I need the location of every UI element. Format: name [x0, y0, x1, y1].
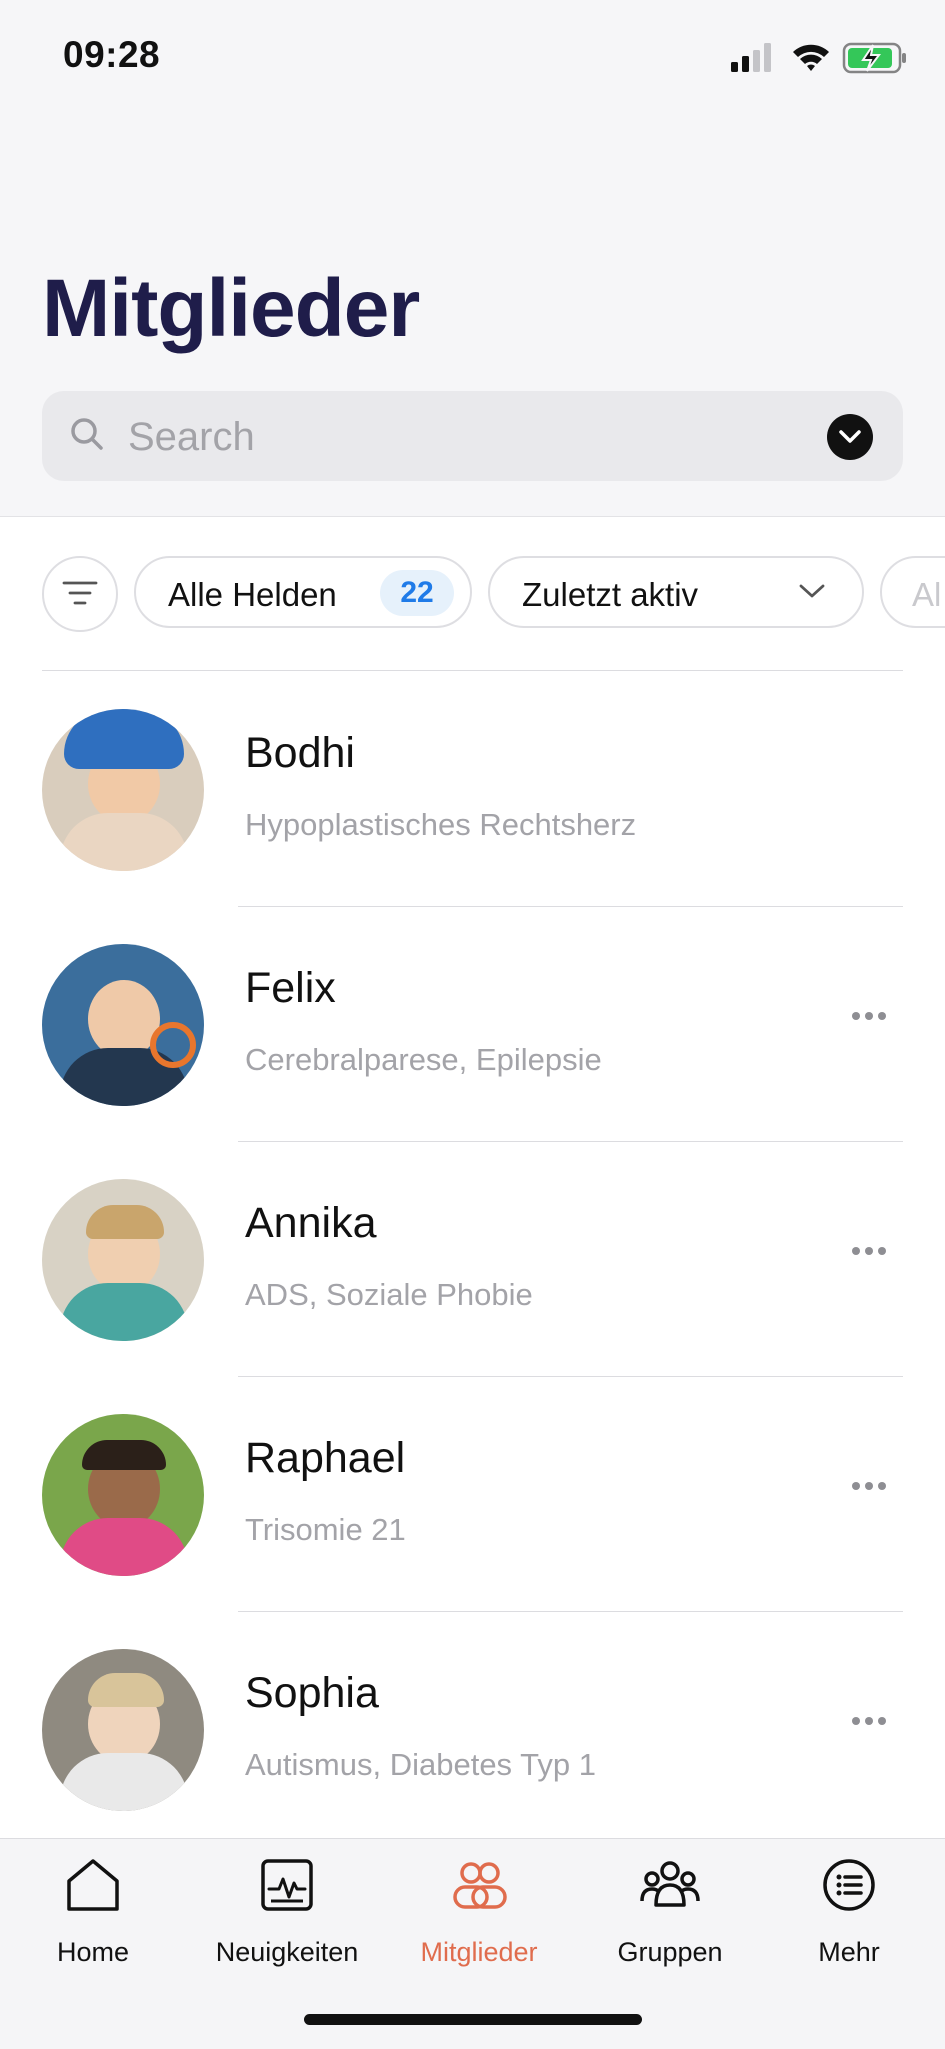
home-icon [67, 1859, 119, 1911]
member-condition: Trisomie 21 [245, 1512, 406, 1547]
page-title: Mitglieder [42, 263, 420, 354]
status-time: 09:28 [63, 34, 161, 75]
battery-charging-icon [842, 42, 906, 74]
member-row-annika[interactable]: Annika ADS, Soziale Phobie [0, 1141, 945, 1377]
tab-groups[interactable]: Gruppen [575, 1853, 765, 1973]
member-name: Felix [245, 964, 336, 1012]
count-badge: 22 [380, 570, 454, 616]
avatar [42, 944, 204, 1106]
search-input[interactable] [126, 409, 810, 465]
groups-icon [640, 1861, 700, 1907]
chevron-down-icon [799, 584, 825, 598]
filter-chip-label: Alle Helden [168, 576, 337, 613]
avatar [42, 1414, 204, 1576]
avatar [42, 1179, 204, 1341]
tab-more[interactable]: Mehr [754, 1853, 944, 1973]
member-row-raphael[interactable]: Raphael Trisomie 21 [0, 1376, 945, 1612]
filter-chip-extra[interactable]: Al [880, 556, 945, 628]
more-options-icon[interactable] [851, 1010, 887, 1022]
tab-home[interactable]: Home [0, 1853, 188, 1973]
activity-icon [261, 1859, 313, 1911]
member-name: Raphael [245, 1434, 406, 1482]
search-icon [71, 418, 103, 450]
member-condition: Hypoplastisches Rechtsherz [245, 807, 637, 842]
tab-label: Mehr [818, 1937, 880, 1967]
member-name: Bodhi [245, 729, 355, 777]
tab-members[interactable]: Mitglieder [384, 1853, 574, 1973]
filter-icon [62, 581, 98, 605]
search-bar[interactable] [42, 391, 903, 481]
tab-news[interactable]: Neuigkeiten [192, 1853, 382, 1973]
tab-label: Gruppen [617, 1937, 723, 1967]
header-area: 09:28 Mitglieder [0, 0, 945, 517]
more-options-icon[interactable] [851, 1715, 887, 1727]
member-name: Sophia [245, 1669, 379, 1717]
avatar [42, 1649, 204, 1811]
member-row-bodhi[interactable]: Bodhi Hypoplastisches Rechtsherz [0, 671, 945, 907]
member-condition: Autismus, Diabetes Typ 1 [245, 1747, 596, 1782]
member-row-sophia[interactable]: Sophia Autismus, Diabetes Typ 1 [0, 1611, 945, 1847]
menu-list-icon [823, 1859, 875, 1911]
members-icon [453, 1862, 507, 1909]
filter-chip-extra-label: Al [912, 576, 942, 613]
wifi-icon [793, 44, 829, 71]
chevron-down-icon [839, 430, 861, 443]
member-condition: Cerebralparese, Epilepsie [245, 1042, 602, 1077]
member-name: Annika [245, 1199, 377, 1247]
home-indicator [304, 2014, 642, 2025]
more-options-icon[interactable] [851, 1245, 887, 1257]
more-options-icon[interactable] [851, 1480, 887, 1492]
search-options-button[interactable] [827, 414, 873, 460]
member-condition: ADS, Soziale Phobie [245, 1277, 533, 1312]
status-icons [731, 40, 911, 80]
filter-chip-all-heroes[interactable]: Alle Helden 22 [134, 556, 472, 628]
sort-label: Zuletzt aktiv [522, 576, 699, 613]
member-row-felix[interactable]: Felix Cerebralparese, Epilepsie [0, 906, 945, 1142]
tab-label: Mitglieder [420, 1937, 538, 1967]
tab-label: Home [56, 1937, 130, 1967]
filter-button[interactable] [42, 556, 118, 632]
filter-bar: Alle Helden 22 Zuletzt aktiv Al [0, 556, 945, 632]
avatar [42, 709, 204, 871]
cellular-signal-icon [731, 43, 771, 72]
tab-label: Neuigkeiten [215, 1937, 359, 1967]
sort-dropdown[interactable]: Zuletzt aktiv [488, 556, 864, 628]
